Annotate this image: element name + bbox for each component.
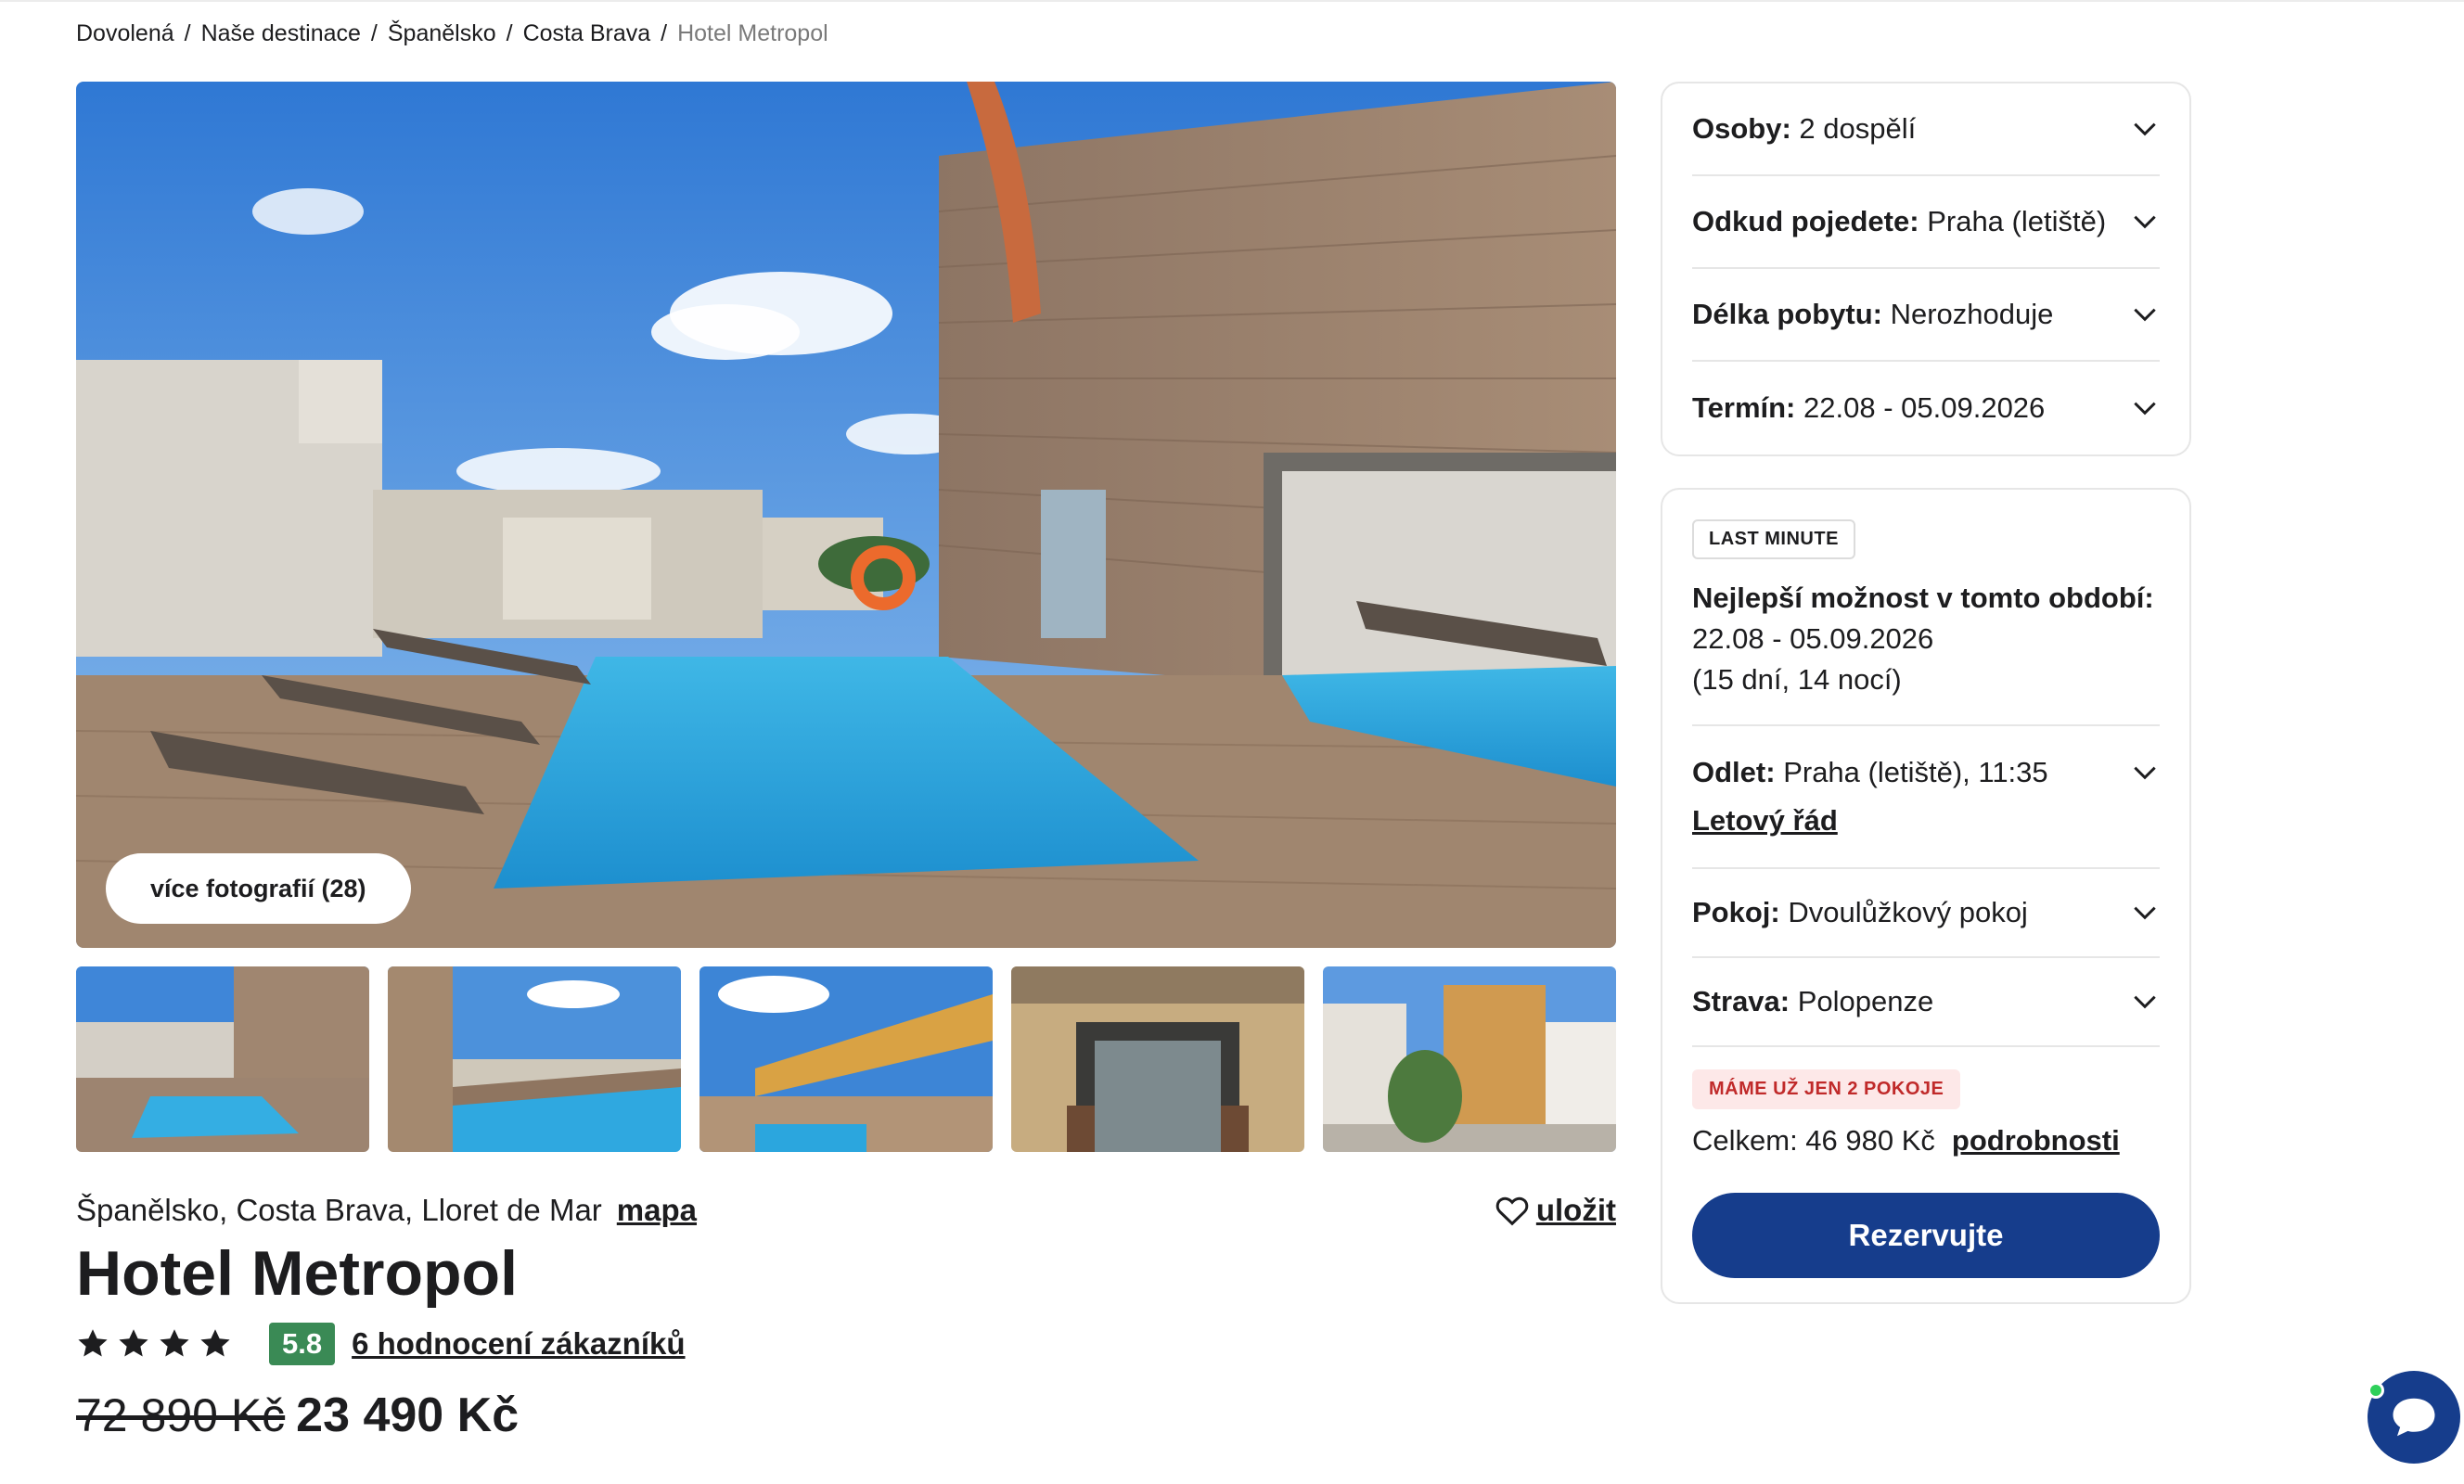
filter-label: Délka pobytu: [1692, 298, 1882, 330]
breadcrumb-separator: / [506, 20, 513, 46]
more-photos-button[interactable]: více fotografií (28) [106, 853, 411, 924]
room-select[interactable]: Pokoj: Dvoulůžkový pokoj [1692, 869, 2160, 956]
breadcrumb: Dovolená / Naše destinace / Španělsko / … [76, 20, 828, 47]
chat-bubble-icon [2393, 1398, 2435, 1437]
star-icon [78, 1329, 108, 1357]
search-filters-card: Osoby: 2 dospělí Odkud pojedete: Praha (… [1661, 82, 2191, 456]
save-button[interactable]: uložit [1495, 1193, 1616, 1228]
chevron-down-icon [2134, 402, 2156, 416]
breadcrumb-separator: / [184, 20, 191, 46]
rating-row: 5.8 6 hodnocení zákazníků [76, 1321, 686, 1367]
star-icon [200, 1329, 230, 1357]
chevron-down-icon [2134, 995, 2156, 1009]
timetable-link[interactable]: Letový řád [1692, 804, 1838, 837]
breadcrumb-separator: / [370, 20, 378, 46]
board-select[interactable]: Strava: Polopenze [1692, 958, 2160, 1045]
star-icon [160, 1329, 189, 1357]
breadcrumb-item-destinace[interactable]: Naše destinace [201, 20, 361, 47]
room-value: Dvoulůžkový pokoj [1788, 896, 2028, 928]
availability-alert: MÁME UŽ JEN 2 POKOJE [1692, 1069, 1961, 1109]
divider [1692, 1045, 2160, 1047]
board-label: Strava: [1692, 985, 1790, 1017]
chevron-down-icon [2134, 308, 2156, 322]
filter-persons[interactable]: Osoby: 2 dospělí [1692, 83, 2160, 176]
star-rating [76, 1327, 232, 1361]
thumbnail-street-facade[interactable] [1323, 966, 1616, 1152]
best-option: Nejlepší možnost v tomto období: 22.08 -… [1692, 578, 2160, 700]
best-option-length: (15 dní, 14 nocí) [1692, 663, 1902, 696]
breadcrumb-item-costa-brava[interactable]: Costa Brava [523, 20, 651, 47]
offer-card: LAST MINUTE Nejlepší možnost v tomto obd… [1661, 488, 2191, 1304]
price-row: 72 890 Kč 23 490 Kč [76, 1388, 519, 1443]
pool-terrace-image [76, 82, 1616, 948]
breadcrumb-current: Hotel Metropol [677, 20, 828, 46]
old-price: 72 890 Kč [76, 1389, 286, 1441]
online-status-dot [2368, 1382, 2384, 1399]
filter-label: Odkud pojedete: [1692, 205, 1919, 237]
filter-value: 2 dospělí [1799, 112, 1917, 145]
hotel-title: Hotel Metropol [76, 1238, 518, 1309]
total-price: Celkem: 46 980 Kč [1692, 1124, 1935, 1157]
save-label: uložit [1535, 1193, 1616, 1227]
reviews-link[interactable]: 6 hodnocení zákazníků [352, 1326, 685, 1362]
thumbnail-pool-sea-view[interactable] [388, 966, 681, 1152]
last-minute-badge: LAST MINUTE [1692, 519, 1855, 559]
chevron-down-icon [2134, 906, 2156, 920]
chevron-down-icon [2134, 215, 2156, 229]
location-row: Španělsko, Costa Brava, Lloret de Mar ma… [76, 1187, 1616, 1234]
breadcrumb-item-dovolena[interactable]: Dovolená [76, 20, 174, 47]
board-value: Polopenze [1797, 985, 1934, 1017]
filter-length[interactable]: Délka pobytu: Nerozhoduje [1692, 269, 2160, 362]
filter-label: Termín: [1692, 391, 1796, 424]
filter-value: Nerozhoduje [1890, 298, 2054, 330]
map-link[interactable]: mapa [617, 1193, 697, 1228]
room-label: Pokoj: [1692, 896, 1780, 928]
reserve-button[interactable]: Rezervujte [1692, 1193, 2160, 1278]
top-border [0, 0, 2464, 2]
heart-icon [1495, 1196, 1529, 1226]
score-badge: 5.8 [269, 1323, 336, 1365]
flight-label: Odlet: [1692, 756, 1776, 788]
flight-value: Praha (letiště), 11:35 [1783, 756, 2048, 788]
thumbnail-rooftop-sign[interactable] [699, 966, 993, 1152]
location-text: Španělsko, Costa Brava, Lloret de Mar [76, 1193, 602, 1227]
main-photo[interactable]: více fotografií (28) [76, 82, 1616, 948]
chevron-down-icon [2134, 122, 2156, 136]
location: Španělsko, Costa Brava, Lloret de Mar ma… [76, 1193, 697, 1228]
thumbnail-pool-deck[interactable] [76, 966, 369, 1152]
chevron-down-icon [2134, 766, 2156, 780]
filter-value: 22.08 - 05.09.2026 [1803, 391, 2046, 424]
details-link[interactable]: podrobnosti [1952, 1124, 2120, 1158]
filter-value: Praha (letiště) [1927, 205, 2107, 237]
best-option-dates: 22.08 - 05.09.2026 [1692, 622, 1934, 655]
current-price: 23 490 Kč [296, 1388, 520, 1442]
flight-select[interactable]: Odlet: Praha (letiště), 11:35 Letový řád [1692, 726, 2160, 867]
star-icon [119, 1329, 148, 1357]
thumbnail-strip [76, 966, 1616, 1152]
filter-departure[interactable]: Odkud pojedete: Praha (letiště) [1692, 176, 2160, 269]
breadcrumb-item-spanelsko[interactable]: Španělsko [388, 20, 496, 47]
breadcrumb-separator: / [661, 20, 668, 46]
filter-label: Osoby: [1692, 112, 1791, 145]
total-row: Celkem: 46 980 Kč podrobnosti [1692, 1124, 2160, 1158]
best-option-label: Nejlepší možnost v tomto období: [1692, 582, 2154, 614]
thumbnail-hotel-entrance[interactable] [1011, 966, 1304, 1152]
filter-date[interactable]: Termín: 22.08 - 05.09.2026 [1692, 362, 2160, 454]
